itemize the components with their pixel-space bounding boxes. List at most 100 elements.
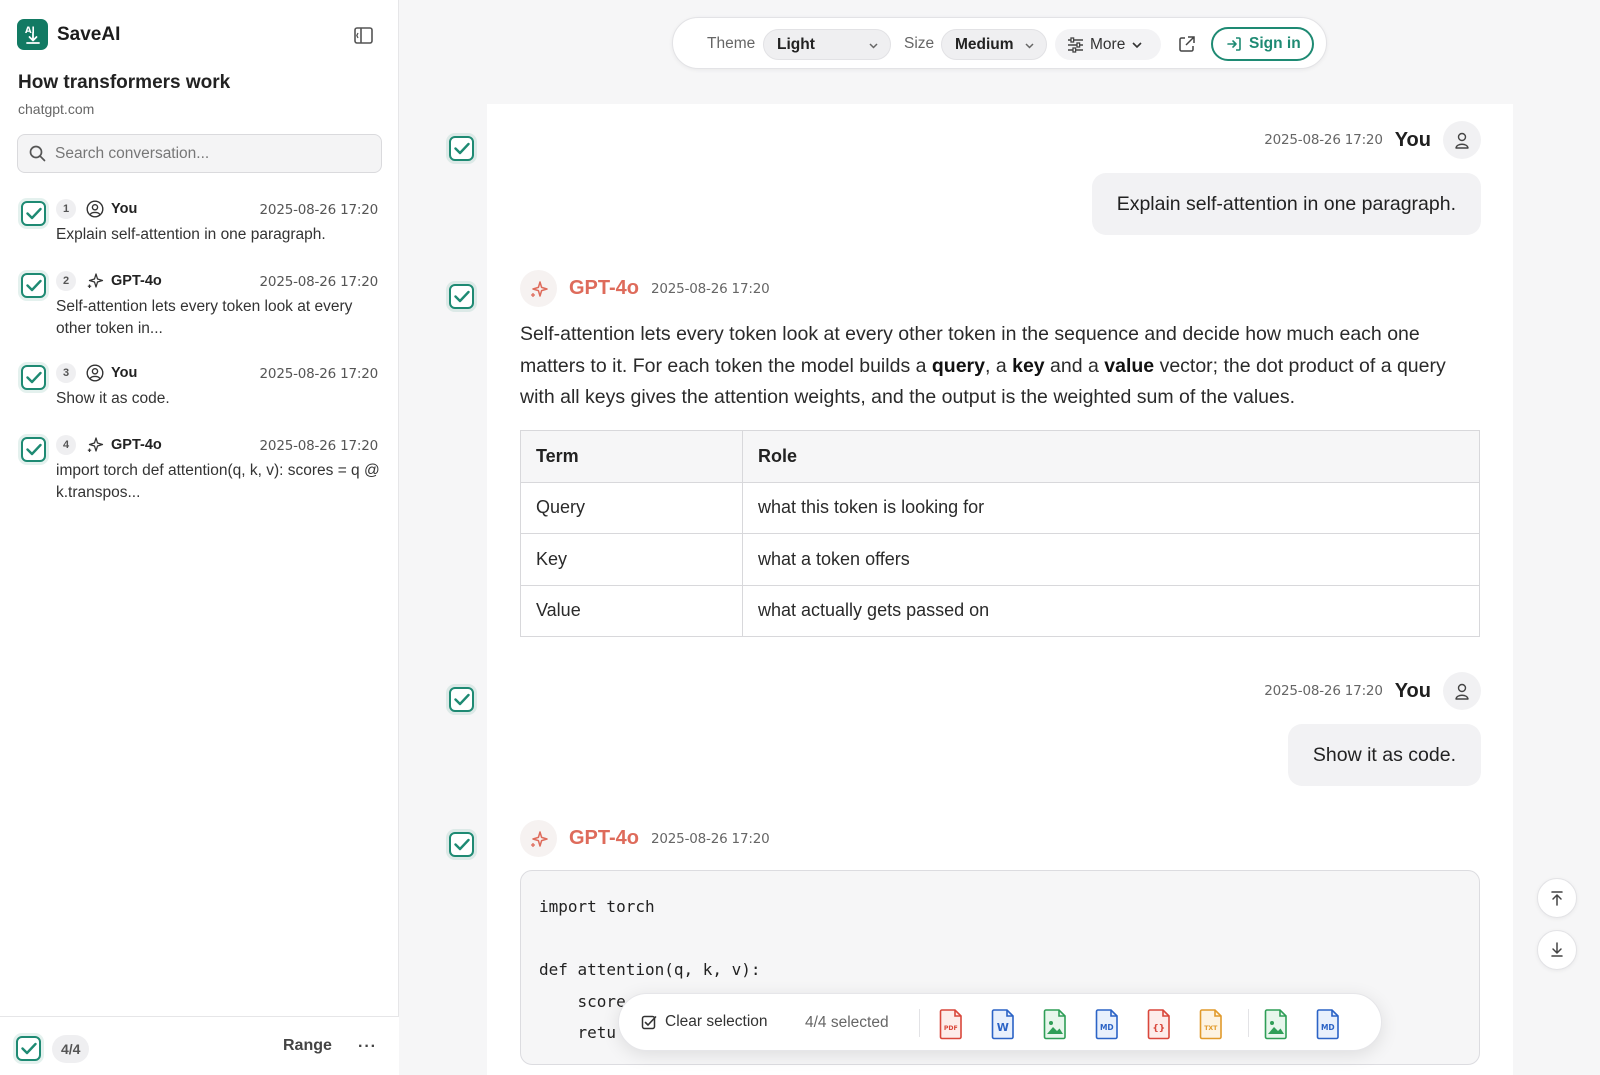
sidebar: AI SaveAI How transformers work chatgpt.… — [0, 0, 399, 1075]
conversation-title: How transformers work — [18, 72, 231, 93]
message-time: 2025-08-26 17:20 — [1264, 132, 1383, 148]
checkbox-icon — [641, 1015, 657, 1030]
message-time: 2025-08-26 17:20 — [259, 274, 379, 290]
message-checkbox[interactable] — [21, 365, 46, 390]
message-time: 2025-08-26 17:20 — [1264, 683, 1383, 699]
text-segment: and a — [1044, 354, 1105, 377]
sidebar-footer: 4/4 Range ··· — [0, 1016, 399, 1075]
size-label: Size — [904, 35, 935, 52]
message-role: You — [111, 201, 138, 217]
bold-term: query — [931, 354, 985, 377]
arrow-up-to-line-icon — [1551, 891, 1563, 906]
more-options-button[interactable]: ··· — [358, 1038, 377, 1056]
range-button[interactable]: Range — [283, 1037, 332, 1055]
table-row: Value what actually gets passed on — [520, 584, 1480, 637]
message-role: GPT-4o — [111, 273, 162, 289]
ai-message-text: Self-attention lets every token look at … — [520, 319, 1485, 414]
sidebar-message-3[interactable]: 3 You 2025-08-26 17:20 Show it as code. — [0, 359, 399, 431]
divider — [1248, 1009, 1249, 1037]
sidebar-message-1[interactable]: 1 You 2025-08-26 17:20 Explain self-atte… — [0, 195, 399, 267]
message-author: You — [1394, 128, 1431, 151]
export-image-icon[interactable] — [1040, 1008, 1070, 1040]
message-preview: Self-attention lets every token look at … — [56, 298, 353, 337]
theme-select[interactable]: Light — [763, 29, 891, 60]
sidebar-message-2[interactable]: 2 GPT-4o 2025-08-26 17:20 Self-attention… — [0, 267, 399, 359]
message-number: 4 — [56, 435, 76, 455]
sign-in-button[interactable]: Sign in — [1211, 27, 1314, 61]
table-header-row: Term Role — [520, 430, 1480, 483]
message-checkbox[interactable] — [21, 273, 46, 298]
message-time: 2025-08-26 17:20 — [259, 202, 379, 218]
message-preview: Show it as code. — [56, 390, 170, 407]
conversation-domain: chatgpt.com — [18, 101, 95, 117]
message-time: 2025-08-26 17:20 — [259, 366, 379, 382]
export-txt-icon[interactable]: TXT — [1196, 1008, 1226, 1040]
export-markdown-icon[interactable]: MD — [1092, 1008, 1122, 1040]
more-label: More — [1090, 35, 1126, 53]
svg-text:{}: {} — [1152, 1024, 1165, 1034]
sparkle-icon — [86, 272, 104, 290]
search-box[interactable] — [17, 134, 382, 173]
message-4-checkbox[interactable] — [449, 832, 474, 857]
export-image-alt-icon[interactable] — [1261, 1008, 1291, 1040]
user-icon — [86, 364, 104, 382]
scroll-to-top-button[interactable] — [1537, 878, 1577, 918]
svg-text:TXT: TXT — [1204, 1025, 1218, 1032]
message-time: 2025-08-26 17:20 — [259, 438, 379, 454]
table-cell: Key — [520, 533, 743, 586]
clear-selection-button[interactable]: Clear selection — [641, 1013, 768, 1031]
bold-term: key — [1012, 354, 1045, 377]
message-preview: import torch def attention(q, k, v): sco… — [56, 462, 380, 501]
table-cell: what a token offers — [742, 533, 1480, 586]
selected-count: 4/4 selected — [805, 1014, 889, 1031]
chevron-down-icon — [1025, 43, 1034, 49]
chevron-down-icon — [869, 43, 878, 49]
theme-label: Theme — [707, 35, 756, 52]
user-message-header: 2025-08-26 17:20 You — [1264, 672, 1481, 710]
collapse-sidebar-icon[interactable] — [352, 24, 374, 46]
export-markdown-alt-icon[interactable]: MD — [1313, 1008, 1343, 1040]
message-checkbox[interactable] — [21, 437, 46, 462]
saveai-logo-icon: AI — [17, 19, 48, 50]
message-1-checkbox[interactable] — [449, 136, 474, 161]
export-word-icon[interactable]: W — [988, 1008, 1018, 1040]
message-2-checkbox[interactable] — [449, 284, 474, 309]
svg-text:W: W — [997, 1021, 1009, 1034]
table-cell: Query — [520, 481, 743, 534]
terms-table: Term Role Query what this token is looki… — [520, 430, 1480, 637]
message-number: 2 — [56, 271, 76, 291]
bold-term: value — [1104, 354, 1155, 377]
message-time: 2025-08-26 17:20 — [651, 280, 770, 297]
user-message-bubble: Explain self-attention in one paragraph. — [1091, 173, 1481, 235]
sparkle-icon — [520, 820, 557, 857]
selection-count-badge: 4/4 — [52, 1035, 90, 1063]
message-number: 3 — [56, 363, 76, 383]
conversation-view: 2025-08-26 17:20 You Explain self-attent… — [487, 104, 1513, 1075]
scroll-to-bottom-button[interactable] — [1537, 930, 1577, 970]
top-toolbar: Theme Light Size Medium More Sign in — [672, 17, 1327, 69]
search-icon — [29, 145, 46, 162]
open-external-icon[interactable] — [1175, 32, 1199, 56]
more-button[interactable]: More — [1055, 29, 1161, 60]
size-value: Medium — [955, 35, 1014, 53]
export-pdf-icon[interactable]: PDF — [936, 1008, 966, 1040]
search-input[interactable] — [55, 144, 355, 163]
export-json-icon[interactable]: {} — [1144, 1008, 1174, 1040]
sign-in-icon — [1227, 37, 1241, 51]
size-select[interactable]: Medium — [941, 29, 1047, 60]
message-checkbox[interactable] — [21, 201, 46, 226]
message-author: You — [1394, 679, 1431, 702]
table-header: Role — [742, 430, 1480, 483]
message-3-checkbox[interactable] — [449, 687, 474, 712]
svg-text:PDF: PDF — [944, 1025, 958, 1032]
message-role: GPT-4o — [111, 437, 162, 453]
user-avatar-icon — [1443, 672, 1481, 710]
message-number: 1 — [56, 199, 76, 219]
message-author: GPT-4o — [569, 277, 640, 299]
message-author: GPT-4o — [569, 827, 640, 849]
selection-bar: Clear selection 4/4 selected PDF W MD {}… — [618, 993, 1382, 1051]
message-list: 1 You 2025-08-26 17:20 Explain self-atte… — [0, 195, 399, 523]
select-all-checkbox[interactable] — [16, 1036, 41, 1061]
sidebar-message-4[interactable]: 4 GPT-4o 2025-08-26 17:20 import torch d… — [0, 431, 399, 523]
table-cell: Value — [520, 584, 743, 637]
